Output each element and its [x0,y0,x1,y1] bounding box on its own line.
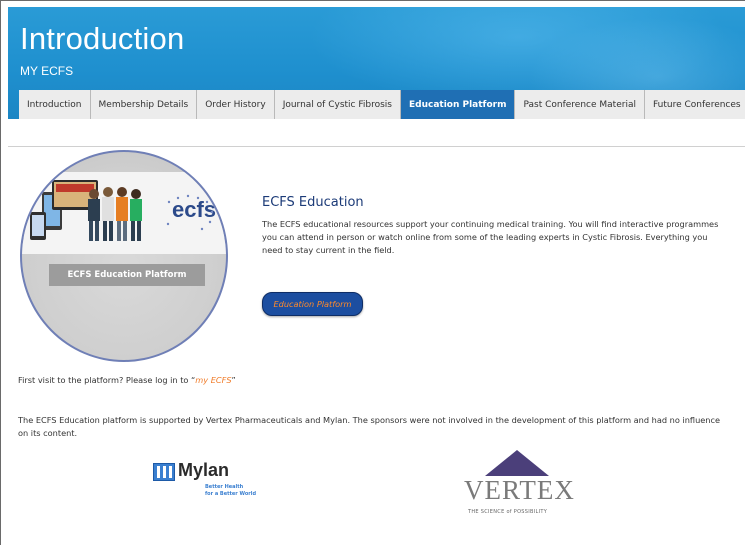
tab-membership-details[interactable]: Membership Details [90,90,198,119]
mylan-tagline-1: Better Health [205,484,244,490]
tab-education-platform[interactable]: Education Platform [400,90,516,119]
tab-bar: Introduction Membership Details Order Hi… [19,90,745,119]
mylan-tagline-2: for a Better World [205,491,257,497]
education-platform-button[interactable]: Education Platform [262,292,363,316]
education-platform-image-label: ECFS Education Platform [49,264,205,286]
page-subtitle: MY ECFS [20,64,74,78]
content-divider [8,146,745,147]
tab-future-conferences[interactable]: Future Conferences [644,90,745,119]
mylan-mark-icon [153,463,175,481]
vertex-logo: VERTEX THE SCIENCE of POSSIBILITY [452,450,582,525]
sponsor-disclaimer: The ECFS Education platform is supported… [18,415,721,438]
first-visit-text: First visit to the platform? Please log … [18,375,236,385]
vertex-wordmark: VERTEX [464,475,575,505]
vertex-tagline: THE SCIENCE of POSSIBILITY [468,509,548,515]
education-photo: ecfs [22,172,226,254]
my-ecfs-link[interactable]: my ECFS [195,375,231,385]
first-visit-prefix: First visit to the platform? Please log … [18,375,196,385]
tab-past-conference-material[interactable]: Past Conference Material [515,90,645,119]
vertex-triangle-icon [485,450,549,476]
tab-order-history[interactable]: Order History [197,90,275,119]
education-platform-image: ecfs ECFS Education Platform [20,150,228,362]
education-photo-graphic: ecfs [30,180,216,241]
page-title: Introduction [20,21,185,56]
ecfs-logo: ecfs [172,197,216,222]
education-description: The ECFS educational resources support y… [262,219,719,255]
first-visit-suffix: ” [231,375,236,385]
tab-introduction[interactable]: Introduction [19,90,91,119]
mylan-logo: Mylan Better Health for a Better World [153,460,263,510]
tab-journal-of-cystic-fibrosis[interactable]: Journal of Cystic Fibrosis [274,90,401,119]
education-title: ECFS Education [262,195,364,210]
mylan-wordmark: Mylan [178,460,230,480]
